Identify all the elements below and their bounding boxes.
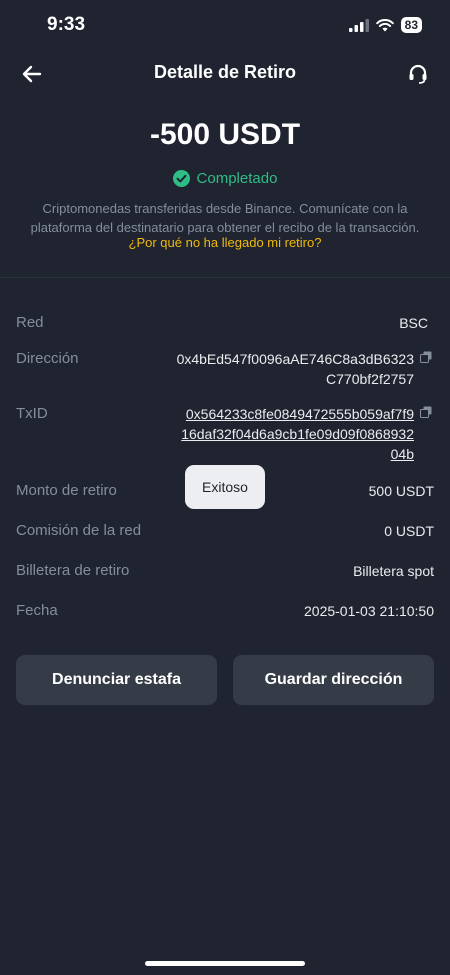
fee-label: Comisión de la red [16,522,142,539]
page-title: Detalle de Retiro [153,62,297,82]
signal-icon [348,18,369,32]
status-row: Completado [0,170,450,187]
battery-icon: 83 [400,17,422,33]
amount-value: 500 USDT [368,483,434,499]
address-value: 0x4bEd547f0096aAE746C8a3dB6323 C770bf2f2… [177,349,414,389]
copy-icon[interactable] [420,351,432,363]
help-link[interactable]: ¿Por qué no ha llegado mi retiro? [0,235,450,250]
status-badge: Completado [196,170,278,187]
withdrawal-amount: -500 USDT [149,118,301,151]
fee-value: 0 USDT [384,523,434,539]
network-label: Red [16,314,44,331]
divider [0,277,450,278]
txid-line: 16daf32f04d6a9cb1fe09d09f0868932 [181,426,414,442]
wallet-label: Billetera de retiro [16,562,130,579]
home-indicator [145,961,305,966]
copy-icon[interactable] [420,406,432,418]
date-value: 2025-01-03 21:10:50 [304,603,434,619]
status-time: 9:33 [47,14,86,35]
date-label: Fecha [16,602,58,619]
address-line: 0x4bEd547f0096aAE746C8a3dB6323 [176,351,414,367]
amount-label: Monto de retiro [16,482,117,499]
txid-link[interactable]: 0x564233c8fe0849472555b059af7f9 16daf32f… [181,404,414,464]
address-label: Dirección [16,350,79,367]
txid-line: 0x564233c8fe0849472555b059af7f9 [185,406,414,422]
description-text: Criptomonedas transferidas desde Binance… [30,201,420,235]
txid-label: TxID [16,405,48,422]
address-line: C770bf2f2757 [326,371,414,387]
txid-line: 04b [390,446,414,462]
check-circle-icon [172,170,190,187]
status-icons: 83 [348,17,422,33]
report-scam-button[interactable]: Denunciar estafa [16,655,217,705]
success-toast: Exitoso [185,465,265,509]
header: Detalle de Retiro [0,52,450,94]
headset-icon[interactable] [406,62,430,86]
save-address-button[interactable]: Guardar dirección [233,655,434,705]
status-bar: 9:33 83 [0,0,450,50]
wifi-icon [375,18,394,31]
wallet-value: Billetera spot [353,563,434,579]
network-value: BSC [399,315,428,331]
